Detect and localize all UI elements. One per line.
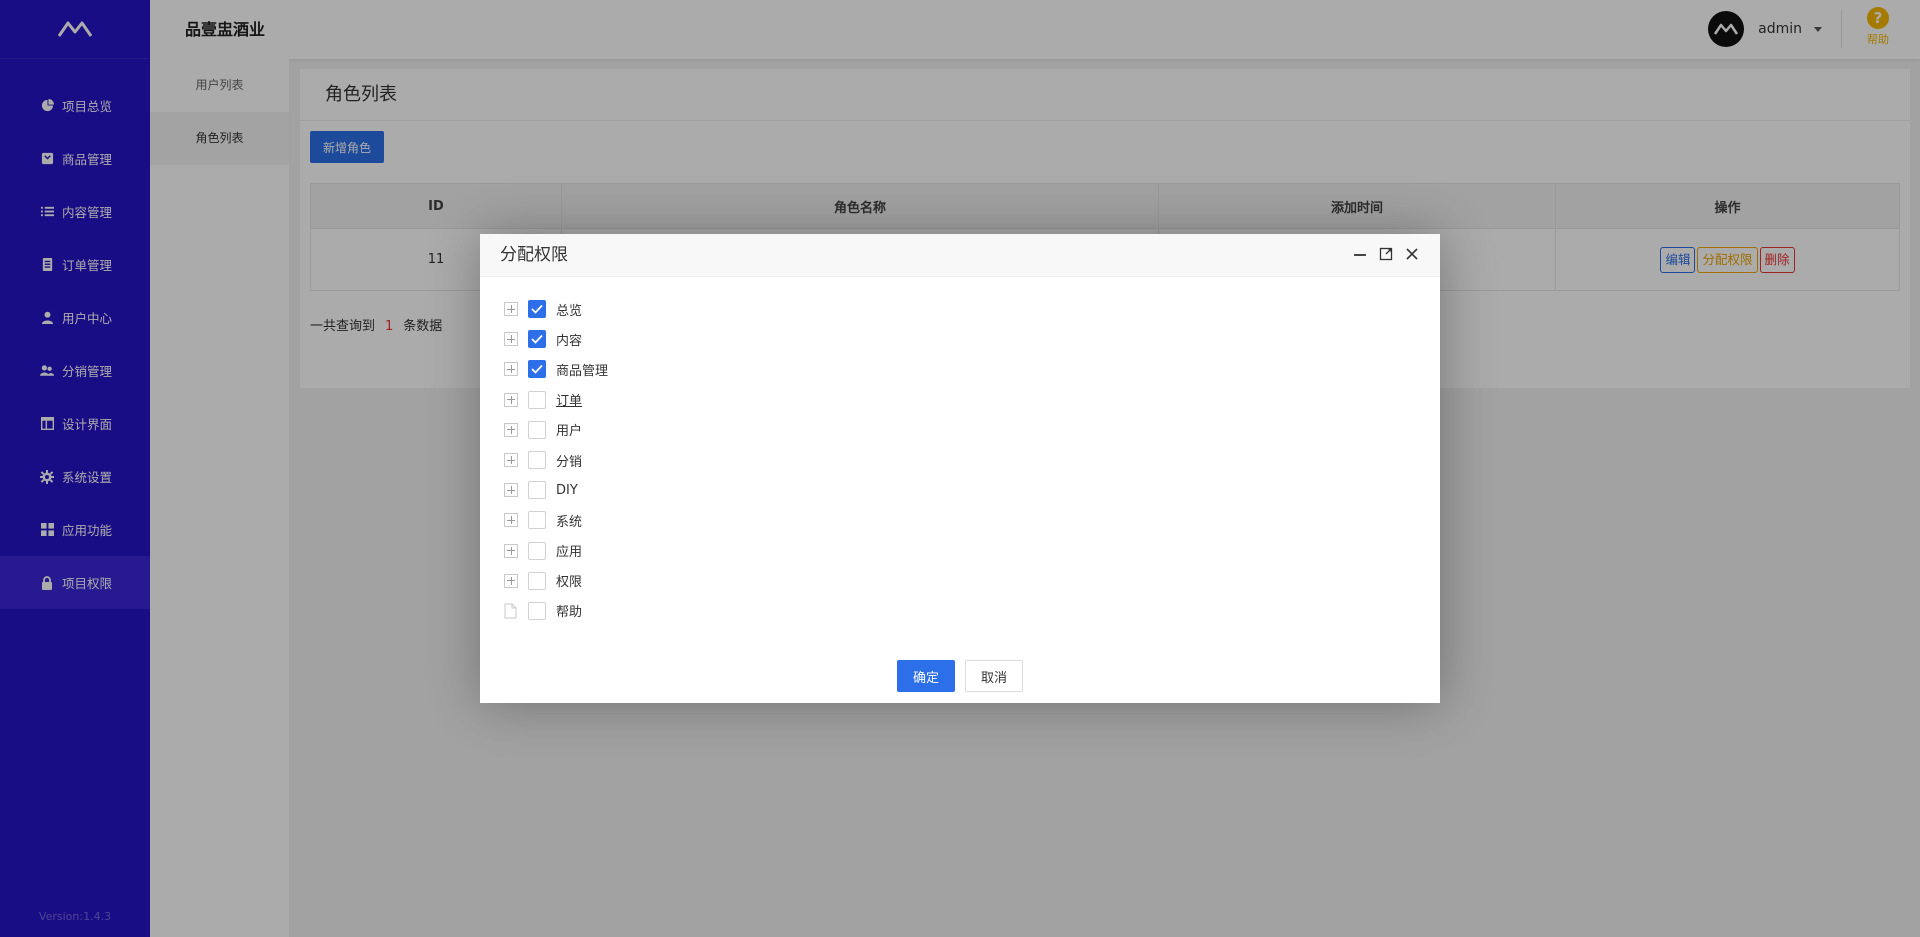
permission-checkbox[interactable] (528, 541, 546, 560)
permission-label[interactable]: 系统 (556, 511, 582, 530)
tree-node: 商品管理 (504, 354, 608, 384)
expand-icon[interactable] (504, 422, 518, 437)
permission-label[interactable]: 用户 (556, 420, 582, 439)
permission-label[interactable]: 商品管理 (556, 360, 608, 379)
permission-checkbox[interactable] (528, 420, 546, 439)
tree-node: 内容 (504, 324, 608, 354)
file-icon (504, 603, 518, 619)
permission-label[interactable]: 应用 (556, 541, 582, 560)
expand-icon[interactable] (504, 302, 518, 317)
permission-checkbox[interactable] (528, 481, 546, 500)
tree-node: 权限 (504, 566, 608, 596)
expand-icon[interactable] (504, 453, 518, 468)
permission-label[interactable]: 订单 (556, 390, 582, 409)
permission-label[interactable]: 内容 (556, 330, 582, 349)
tree-node: 分销 (504, 445, 608, 475)
dialog-footer: 确定 取消 (480, 660, 1440, 692)
expand-icon[interactable] (504, 513, 518, 528)
expand-icon[interactable] (504, 483, 518, 498)
dialog-header[interactable]: 分配权限 (480, 234, 1440, 277)
permission-checkbox[interactable] (528, 330, 546, 349)
window-controls (1352, 246, 1420, 262)
expand-icon[interactable] (504, 392, 518, 407)
tree-node: DIY (504, 475, 608, 505)
permission-label[interactable]: 总览 (556, 300, 582, 319)
permission-checkbox[interactable] (528, 390, 546, 409)
confirm-button[interactable]: 确定 (896, 660, 955, 692)
permission-checkbox[interactable] (528, 571, 546, 590)
close-icon[interactable] (1404, 246, 1420, 262)
expand-icon[interactable] (504, 543, 518, 558)
permission-checkbox[interactable] (528, 601, 546, 620)
tree-node: 总览 (504, 294, 608, 324)
tree-node: 应用 (504, 536, 608, 566)
maximize-icon[interactable] (1378, 246, 1394, 262)
permission-label[interactable]: 权限 (556, 571, 582, 590)
permission-label[interactable]: DIY (556, 483, 578, 498)
permission-checkbox[interactable] (528, 511, 546, 530)
cancel-button[interactable]: 取消 (965, 660, 1024, 692)
expand-icon[interactable] (504, 332, 518, 347)
permission-checkbox[interactable] (528, 360, 546, 379)
expand-icon[interactable] (504, 362, 518, 377)
tree-node: 用户 (504, 415, 608, 445)
assign-permissions-dialog: 分配权限 总览内容商品管理订单用户分销 DIY 系统应用权限帮助 确定 取消 (480, 234, 1440, 703)
expand-icon[interactable] (504, 573, 518, 588)
permission-label[interactable]: 分销 (556, 451, 582, 470)
tree-node: 系统 (504, 505, 608, 535)
permission-checkbox[interactable] (528, 300, 546, 319)
dialog-title: 分配权限 (500, 245, 568, 265)
permission-tree: 总览内容商品管理订单用户分销 DIY 系统应用权限帮助 (504, 294, 608, 626)
permission-checkbox[interactable] (528, 451, 546, 470)
minimize-icon[interactable] (1352, 246, 1368, 262)
tree-node: 订单 (504, 385, 608, 415)
tree-node: 帮助 (504, 596, 608, 626)
permission-label[interactable]: 帮助 (556, 601, 582, 620)
